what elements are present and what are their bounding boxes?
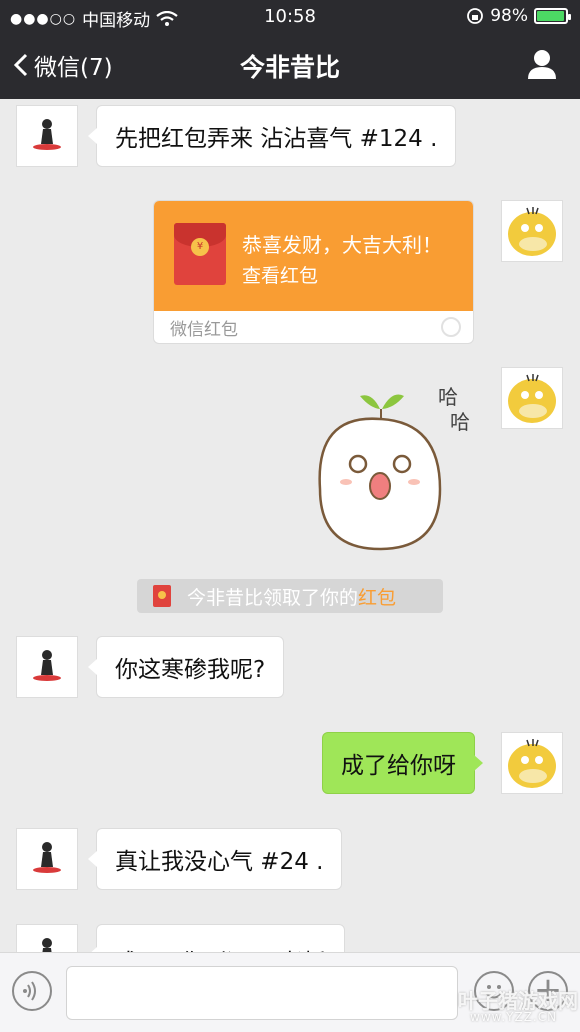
avatar-other[interactable]	[16, 828, 78, 890]
message-text: 你这寒碜我呢?	[115, 657, 266, 683]
red-packet-footer-label: 微信红包	[170, 320, 238, 340]
message-text: 真让我没心气 #24 .	[115, 849, 324, 875]
profile-icon[interactable]	[526, 48, 558, 80]
red-envelope-icon: ¥	[174, 223, 226, 285]
battery-percent: 98%	[490, 6, 528, 26]
nav-bar: 微信(7) 今非昔比	[0, 34, 580, 99]
red-packet-card[interactable]: ¥ 恭喜发财，大吉大利！ 查看红包 微信红包	[153, 200, 474, 344]
avatar-figure-icon	[33, 119, 61, 150]
message-input[interactable]	[66, 966, 458, 1020]
chat-title: 今非昔比	[239, 53, 340, 82]
top-bar: ●●●○○ 中国移动 10:58 98% 微信(7) 今非昔比	[0, 0, 580, 99]
red-packet-footer: 微信红包	[154, 311, 473, 343]
sprout-sticker-icon: 哈 哈	[318, 385, 470, 551]
duck-avatar-icon	[503, 369, 561, 427]
mini-red-packet-icon	[153, 585, 171, 607]
message-text: 先把红包弄来 沾沾喜气 #124 .	[115, 126, 438, 152]
voice-button[interactable]	[12, 971, 52, 1011]
status-right: 98%	[466, 6, 571, 26]
sticker-text-1: 哈	[438, 385, 458, 409]
message-bubble[interactable]: 真让我没心气 #24 .	[87, 828, 343, 890]
voice-icon	[23, 981, 36, 1001]
message-bubble[interactable]: 成了? 你别逗了 老板	[88, 924, 345, 952]
message-bubble[interactable]: 你这寒碜我呢?	[87, 636, 285, 698]
message-text: 成了? 你别逗了 老板	[115, 943, 326, 952]
avatar-other[interactable]	[16, 105, 78, 167]
wechat-logo-icon	[441, 317, 461, 337]
avatar-figure-icon	[42, 938, 52, 952]
system-message-text: 今非昔比领取了你的	[187, 586, 359, 609]
avatar-figure-icon	[33, 650, 61, 681]
rotation-lock-icon	[467, 8, 484, 24]
duck-avatar-icon	[503, 202, 561, 260]
avatar-self[interactable]	[501, 200, 563, 262]
red-packet-body: ¥ 恭喜发财，大吉大利！ 查看红包	[154, 201, 473, 311]
red-packet-subtitle: 查看红包	[242, 265, 319, 287]
avatar-other[interactable]	[16, 636, 78, 698]
battery-icon	[534, 8, 571, 24]
avatar-other[interactable]	[16, 924, 78, 952]
battery-level	[537, 11, 565, 21]
duck-avatar-icon	[503, 734, 561, 792]
sticker-text-2: 哈	[450, 410, 470, 434]
status-bar: ●●●○○ 中国移动 10:58 98%	[0, 0, 580, 34]
chat-area[interactable]: 先把红包弄来 沾沾喜气 #124 . ¥ 恭喜发财，大吉大利！ 查看红包 微信红…	[0, 99, 580, 952]
avatar-self[interactable]	[501, 732, 563, 794]
system-message: 今非昔比领取了你的 红包	[137, 579, 443, 613]
message-bubble-self[interactable]: 成了给你呀	[322, 732, 483, 794]
avatar-figure-icon	[33, 842, 61, 873]
system-message-link[interactable]: 红包	[358, 583, 396, 610]
message-bubble[interactable]: 先把红包弄来 沾沾喜气 #124 .	[87, 105, 457, 167]
watermark-url: www.YZZ.CN	[470, 1010, 558, 1024]
message-text: 成了给你呀	[341, 753, 456, 779]
sticker-message[interactable]: 哈 哈	[310, 374, 480, 554]
avatar-self[interactable]	[501, 367, 563, 429]
red-packet-title: 恭喜发财，大吉大利！	[242, 233, 442, 257]
